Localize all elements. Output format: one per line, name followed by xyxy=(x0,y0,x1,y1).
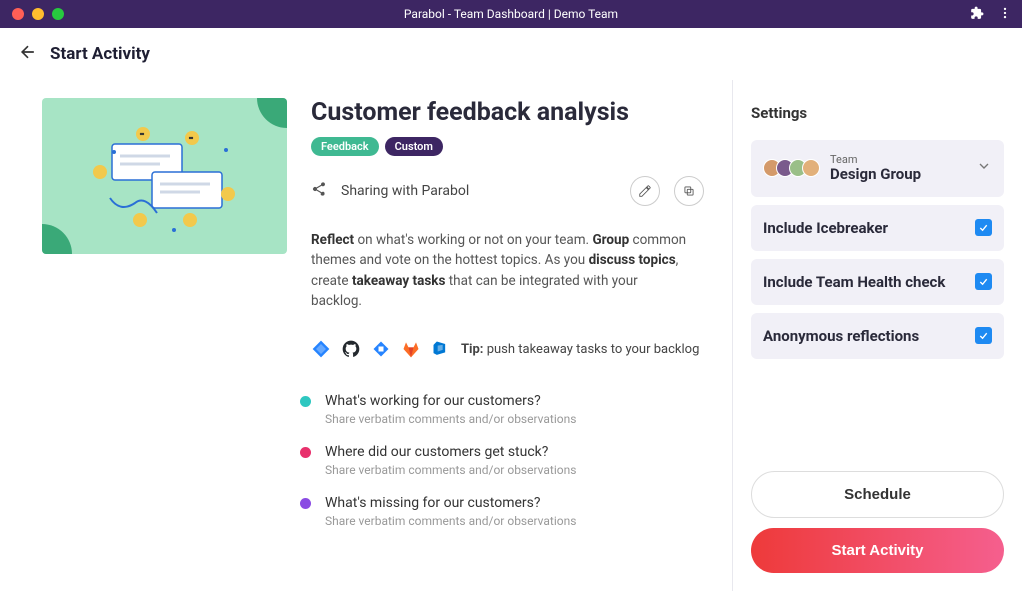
prompt-question: What's missing for our customers? xyxy=(325,495,576,511)
prompt-color-dot xyxy=(300,498,311,509)
prompt-color-dot xyxy=(300,396,311,407)
tip-text: push takeaway tasks to your backlog xyxy=(483,342,699,357)
sharing-text: Sharing with Parabol xyxy=(341,183,616,199)
page-header: Start Activity xyxy=(0,28,1022,80)
integrations-row: Tip: push takeaway tasks to your backlog xyxy=(311,339,704,359)
checkbox-checked-icon[interactable] xyxy=(975,327,992,344)
team-name: Design Group xyxy=(830,166,921,183)
github-icon xyxy=(341,339,361,359)
activity-title: Customer feedback analysis xyxy=(311,98,704,127)
activity-description: Reflect on what's working or not on your… xyxy=(311,230,691,311)
prompt-item: What's missing for our customers? Share v… xyxy=(300,495,704,528)
prompt-item: What's working for our customers? Share v… xyxy=(300,393,704,426)
schedule-button[interactable]: Schedule xyxy=(751,471,1004,518)
page-title: Start Activity xyxy=(50,44,150,64)
prompt-color-dot xyxy=(300,447,311,458)
checkbox-checked-icon[interactable] xyxy=(975,273,992,290)
share-icon xyxy=(311,181,327,201)
extensions-icon[interactable] xyxy=(970,5,984,24)
window-titlebar: Parabol - Team Dashboard | Demo Team xyxy=(0,0,1022,28)
badge-custom: Custom xyxy=(385,137,443,156)
tip-label: Tip: xyxy=(461,342,483,357)
prompt-subtext: Share verbatim comments and/or observati… xyxy=(325,463,576,477)
settings-title: Settings xyxy=(751,104,1004,122)
toggle-team-health[interactable]: Include Team Health check xyxy=(751,259,1004,305)
badge-feedback: Feedback xyxy=(311,137,379,156)
prompt-question: Where did our customers get stuck? xyxy=(325,444,576,460)
gitlab-icon xyxy=(401,339,421,359)
checkbox-checked-icon[interactable] xyxy=(975,219,992,236)
prompt-question: What's working for our customers? xyxy=(325,393,576,409)
start-activity-button[interactable]: Start Activity xyxy=(751,528,1004,573)
toggle-anonymous[interactable]: Anonymous reflections xyxy=(751,313,1004,359)
azure-icon xyxy=(371,339,391,359)
menu-dots-icon[interactable] xyxy=(998,5,1012,24)
avatar xyxy=(802,159,820,177)
window-title: Parabol - Team Dashboard | Demo Team xyxy=(0,7,1022,21)
toggle-icebreaker[interactable]: Include Icebreaker xyxy=(751,205,1004,251)
prompt-item: Where did our customers get stuck? Share … xyxy=(300,444,704,477)
settings-sidebar: Settings Team Design Group Include Icebr… xyxy=(732,80,1022,591)
main-content: Customer feedback analysis Feedback Cust… xyxy=(0,80,732,591)
prompt-subtext: Share verbatim comments and/or observati… xyxy=(325,514,576,528)
jira-icon xyxy=(311,339,331,359)
chevron-down-icon xyxy=(976,158,992,178)
team-selector[interactable]: Team Design Group xyxy=(751,140,1004,197)
edit-button[interactable] xyxy=(630,176,660,206)
team-avatars xyxy=(763,159,820,177)
copy-button[interactable] xyxy=(674,176,704,206)
azure-devops-icon xyxy=(431,339,451,359)
activity-illustration xyxy=(42,98,287,254)
back-arrow-icon[interactable] xyxy=(18,42,38,66)
prompts-list: What's working for our customers? Share v… xyxy=(300,393,704,528)
prompt-subtext: Share verbatim comments and/or observati… xyxy=(325,412,576,426)
